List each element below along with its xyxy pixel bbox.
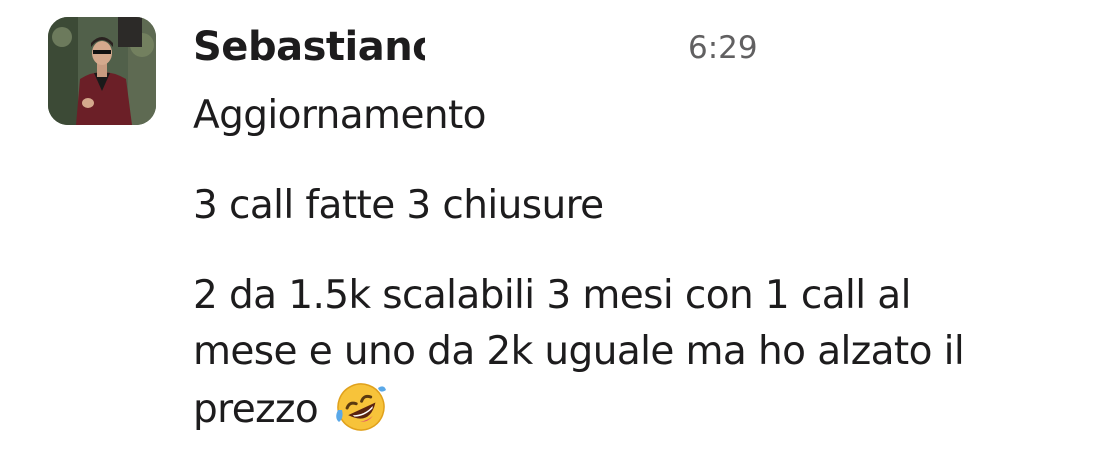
message-timestamp[interactable]: 6:29: [688, 26, 758, 70]
message-body: Aggiornamento 3 call fatte 3 chiusure 2 …: [193, 88, 1083, 438]
avatar[interactable]: [48, 17, 156, 125]
message-paragraph: 2 da 1.5k scalabili 3 mesi con 1 call al…: [193, 268, 1083, 438]
message-paragraph-line: prezzo: [193, 380, 1083, 438]
rolling-on-the-floor-laughing-icon[interactable]: [334, 380, 388, 434]
message-line: 3 call fatte 3 chiusure: [193, 183, 604, 228]
chat-message: Sebastiano 6:29 Aggiornamento 3 call fat…: [0, 0, 1100, 452]
message-paragraph-line: 2 da 1.5k scalabili 3 mesi con 1 call al: [193, 273, 911, 318]
message-paragraph-line: mese e uno da 2k uguale ma ho alzato il: [193, 329, 965, 374]
avatar-photo: [48, 17, 156, 125]
message-line: Aggiornamento: [193, 93, 487, 138]
message-paragraph-text: prezzo: [193, 387, 319, 432]
sender-name[interactable]: Sebastiano: [193, 22, 425, 72]
